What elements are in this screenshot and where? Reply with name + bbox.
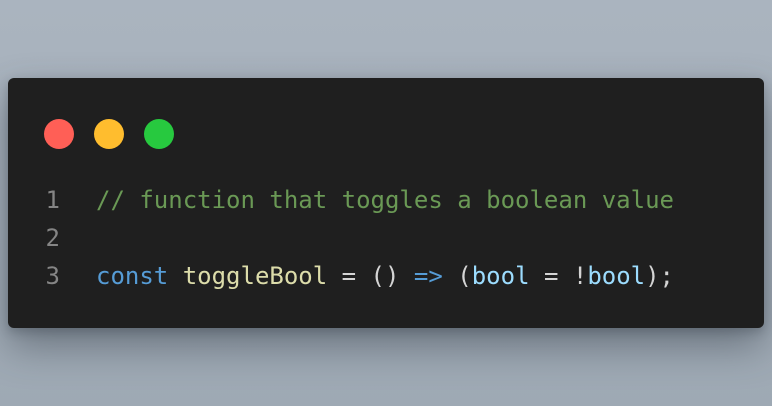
code-punctuation: = ! bbox=[529, 262, 588, 290]
line-source bbox=[60, 219, 96, 257]
minimize-dot-icon[interactable] bbox=[94, 119, 124, 149]
code-line: 2 bbox=[8, 219, 764, 257]
line-number: 2 bbox=[45, 224, 60, 252]
window-controls bbox=[44, 119, 174, 149]
line-number: 3 bbox=[45, 262, 60, 290]
maximize-dot-icon[interactable] bbox=[144, 119, 174, 149]
code-variable: bool bbox=[471, 262, 530, 290]
code-punctuation: ); bbox=[645, 262, 675, 290]
code-punctuation: ( bbox=[442, 262, 472, 290]
line-source: // function that toggles a boolean value bbox=[60, 181, 674, 219]
code-comment: // function that toggles a boolean value bbox=[96, 186, 674, 214]
line-source: const toggleBool = () => (bool = !bool); bbox=[60, 257, 674, 295]
code-arrow: => bbox=[413, 262, 443, 290]
code-editor[interactable]: 1 // function that toggles a boolean val… bbox=[8, 181, 764, 295]
code-function-name: toggleBool bbox=[182, 262, 328, 290]
code-window: 1 // function that toggles a boolean val… bbox=[8, 78, 764, 328]
code-variable: bool bbox=[587, 262, 646, 290]
code-punctuation: = () bbox=[327, 262, 414, 290]
code-line: 3 const toggleBool = () => (bool = !bool… bbox=[8, 257, 764, 295]
close-dot-icon[interactable] bbox=[44, 119, 74, 149]
line-number: 1 bbox=[45, 186, 60, 214]
code-line: 1 // function that toggles a boolean val… bbox=[8, 181, 764, 219]
code-keyword: const bbox=[96, 262, 169, 290]
